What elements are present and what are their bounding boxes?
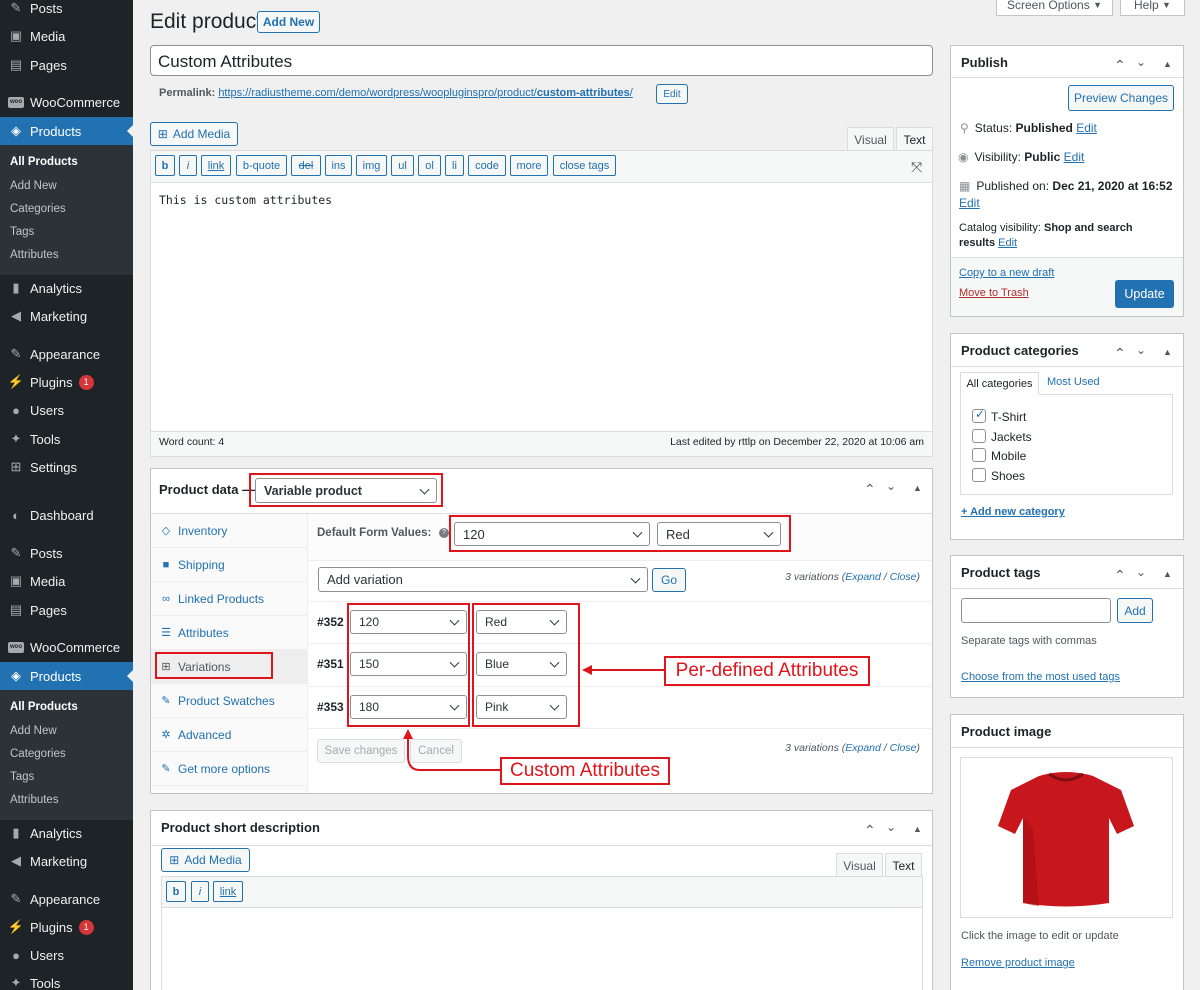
qt-bold[interactable]: b bbox=[166, 881, 186, 902]
move-down-icon[interactable]: ⌄ bbox=[886, 820, 896, 834]
tag-input[interactable] bbox=[961, 598, 1111, 623]
publish-title: Publish bbox=[961, 55, 1008, 70]
move-down-icon[interactable]: ⌄ bbox=[1136, 343, 1146, 357]
move-up-icon[interactable]: ⌃ bbox=[1114, 567, 1126, 584]
tags-title: Product tags bbox=[961, 565, 1041, 580]
category-label: T-Shirt bbox=[991, 410, 1027, 424]
annotation-custom: Custom Attributes bbox=[500, 757, 670, 785]
tshirt-image bbox=[998, 772, 1134, 907]
preview-changes-button[interactable]: Preview Changes bbox=[1068, 85, 1174, 111]
annotation-predefined: Per-defined Attributes bbox=[664, 656, 870, 686]
category-label: Mobile bbox=[991, 449, 1027, 463]
move-to-trash-link[interactable]: Move to Trash bbox=[959, 287, 1029, 299]
move-down-icon[interactable]: ⌄ bbox=[1136, 565, 1146, 579]
check-icon: ✓ bbox=[975, 407, 986, 421]
copy-draft-link[interactable]: Copy to a new draft bbox=[959, 267, 1054, 279]
toggle-panel-icon[interactable]: ▲ bbox=[1163, 569, 1172, 579]
category-checkbox[interactable]: ✓ bbox=[972, 407, 986, 423]
visibility-row: ◉ Visibility: Public Edit bbox=[958, 150, 1085, 164]
qt-link[interactable]: link bbox=[213, 881, 243, 902]
tshirt-body bbox=[998, 772, 1134, 907]
divider bbox=[951, 747, 1183, 748]
short-description-title: Product short description bbox=[161, 820, 320, 835]
edit-visibility-link[interactable]: Edit bbox=[1064, 150, 1085, 164]
categories-title: Product categories bbox=[961, 343, 1079, 358]
divider bbox=[951, 366, 1183, 367]
arrow-head bbox=[403, 729, 413, 739]
tab-visual[interactable]: Visual bbox=[836, 853, 883, 877]
category-checkbox[interactable] bbox=[972, 448, 986, 462]
category-checkbox[interactable] bbox=[972, 429, 986, 443]
tags-hint: Separate tags with commas bbox=[961, 635, 1097, 647]
tab-all-categories[interactable]: All categories bbox=[960, 372, 1039, 395]
move-up-icon[interactable]: ⌃ bbox=[1114, 57, 1126, 74]
product-image[interactable] bbox=[960, 757, 1173, 918]
calendar-icon: ▦ bbox=[959, 179, 971, 193]
edit-status-link[interactable]: Edit bbox=[1076, 121, 1097, 135]
tab-most-used[interactable]: Most Used bbox=[1047, 376, 1100, 388]
add-media-icon: ⊞ bbox=[169, 853, 180, 867]
category-label: Shoes bbox=[991, 469, 1026, 483]
catalog-visibility-row: Catalog visibility: Shop and search resu… bbox=[959, 222, 1133, 249]
move-up-icon[interactable]: ⌃ bbox=[864, 822, 876, 839]
add-tag-button[interactable]: Add bbox=[1117, 598, 1153, 623]
move-down-icon[interactable]: ⌄ bbox=[1136, 55, 1146, 69]
qt-italic[interactable]: i bbox=[191, 881, 209, 902]
toggle-panel-icon[interactable]: ▲ bbox=[1163, 59, 1172, 69]
status-row: ⚲ Status: Published Edit bbox=[960, 121, 1097, 135]
image-hint: Click the image to edit or update bbox=[961, 930, 1119, 942]
eye-icon: ◉ bbox=[958, 150, 969, 164]
move-up-icon[interactable]: ⌃ bbox=[1114, 345, 1126, 362]
divider bbox=[151, 845, 932, 846]
pin-icon: ⚲ bbox=[960, 121, 969, 135]
toggle-panel-icon[interactable]: ▲ bbox=[1163, 347, 1172, 357]
divider bbox=[951, 588, 1183, 589]
quicktags-toolbar bbox=[162, 877, 922, 908]
toggle-panel-icon[interactable]: ▲ bbox=[913, 824, 922, 834]
image-title: Product image bbox=[961, 724, 1052, 739]
arrow-head bbox=[582, 665, 592, 675]
short-description-editor[interactable] bbox=[161, 876, 923, 990]
tab-text[interactable]: Text bbox=[885, 853, 922, 877]
add-media-button[interactable]: ⊞ Add Media bbox=[161, 848, 250, 872]
arrow-line bbox=[407, 736, 500, 771]
choose-tags-link[interactable]: Choose from the most used tags bbox=[961, 671, 1120, 683]
remove-image-link[interactable]: Remove product image bbox=[961, 957, 1075, 969]
edit-date-link[interactable]: Edit bbox=[959, 196, 980, 210]
add-new-category-link[interactable]: + Add new category bbox=[961, 506, 1065, 518]
category-label: Jackets bbox=[991, 430, 1032, 444]
published-row: ▦ Published on: Dec 21, 2020 at 16:52 Edit bbox=[959, 179, 1173, 210]
divider bbox=[951, 77, 1183, 78]
category-checkbox[interactable] bbox=[972, 468, 986, 482]
update-button[interactable]: Update bbox=[1115, 280, 1174, 308]
edit-catalog-link[interactable]: Edit bbox=[998, 237, 1017, 249]
